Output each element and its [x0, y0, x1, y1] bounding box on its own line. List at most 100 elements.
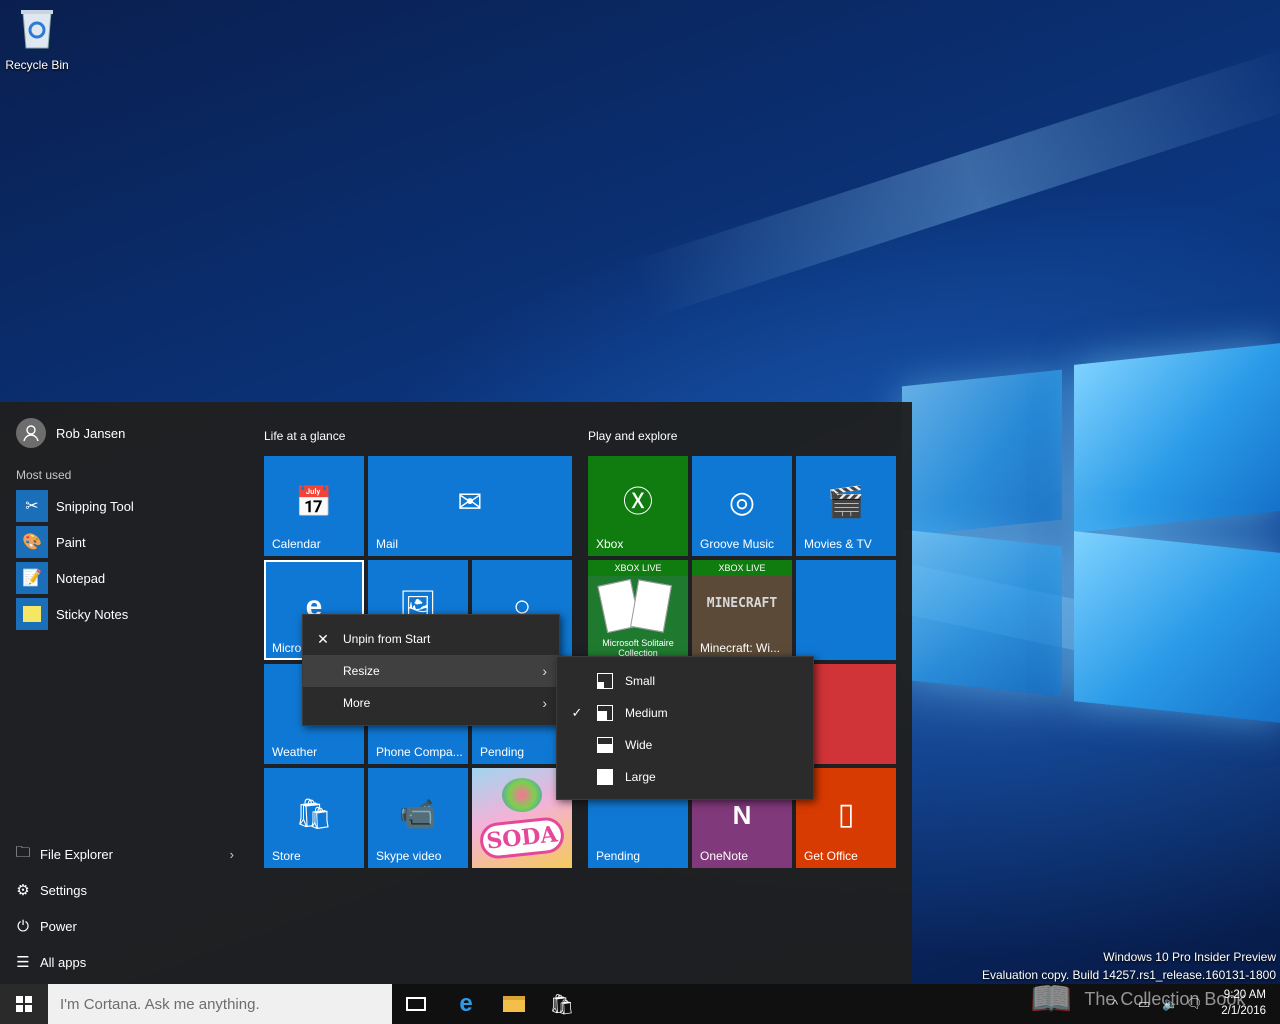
bottom-item-label: Power: [40, 918, 77, 934]
most-used-label: Snipping Tool: [56, 498, 134, 514]
notepad-icon: 📝: [16, 562, 48, 594]
start-button[interactable]: [0, 984, 48, 1024]
menu-item-label: Wide: [625, 738, 653, 752]
book-icon: 📖: [1030, 980, 1073, 1018]
tile-label: Weather: [272, 745, 318, 759]
tile-label: Xbox: [596, 537, 624, 551]
folder-icon: 🗀: [15, 843, 31, 861]
file-explorer-taskbar-button[interactable]: [490, 984, 538, 1024]
most-used-label: Notepad: [56, 570, 106, 586]
bottom-item-label: All apps: [40, 954, 87, 970]
windows-logo-icon: [16, 996, 32, 1012]
power-icon: ⏻: [17, 917, 29, 935]
xbox-icon: Ⓧ: [623, 486, 653, 519]
tile-calendar[interactable]: 📅 Calendar: [264, 456, 364, 556]
all-apps-button[interactable]: ☰ All apps: [14, 948, 234, 976]
tile-label: Minecraft: Wi...: [700, 641, 781, 655]
edge-taskbar-button[interactable]: e: [442, 984, 490, 1024]
size-large-icon: [597, 769, 613, 785]
tile-movies-tv[interactable]: 🎬 Movies & TV: [796, 456, 896, 556]
tile-groove-music[interactable]: ◎ Groove Music: [692, 456, 792, 556]
user-account[interactable]: Rob Jansen: [16, 418, 125, 448]
tile-label: Movies & TV: [804, 537, 872, 551]
menu-item-label: Small: [625, 674, 656, 688]
recycle-bin-icon: [21, 10, 53, 49]
windows-logo-wallpaper: [900, 330, 1280, 890]
cortana-search-box[interactable]: I'm Cortana. Ask me anything.: [48, 984, 392, 1024]
store-bag-icon: 🛍: [294, 798, 334, 831]
sticky-note-icon: [16, 598, 48, 630]
tile-store[interactable]: 🛍 Store: [264, 768, 364, 868]
most-used-item-snipping-tool[interactable]: ✂ Snipping Tool: [16, 490, 134, 522]
solitaire-label: Microsoft Solitaire Collection: [602, 638, 674, 658]
tile-label: Skype video: [376, 849, 442, 863]
bottom-item-label: File Explorer: [40, 846, 113, 862]
most-used-item-notepad[interactable]: 📝 Notepad: [16, 562, 105, 594]
resize-medium-item[interactable]: ✓ Medium: [557, 697, 813, 729]
gear-icon: ⚙: [16, 882, 30, 899]
playing-card-icon: [630, 579, 672, 633]
file-explorer-button[interactable]: 🗀 File Explorer ›: [14, 840, 234, 868]
palette-icon: 🎨: [16, 526, 48, 558]
store-bag-icon: 🛍: [549, 993, 575, 1016]
tile-context-menu: ✕ Unpin from Start Resize › More ›: [302, 614, 560, 726]
chevron-right-icon: ›: [542, 663, 547, 679]
tile-xbox[interactable]: Ⓧ Xbox: [588, 456, 688, 556]
tile-label: OneNote: [700, 849, 749, 863]
build-watermark-line1: Windows 10 Pro Insider Preview: [1103, 950, 1276, 964]
tile-live-folder[interactable]: [796, 560, 896, 660]
tile-label: Get Office: [804, 849, 858, 863]
folder-icon: [503, 996, 525, 1012]
menu-item-label: Resize: [343, 664, 380, 678]
resize-wide-item[interactable]: Wide: [557, 729, 813, 761]
most-used-item-sticky-notes[interactable]: Sticky Notes: [16, 598, 128, 630]
store-taskbar-button[interactable]: 🛍: [538, 984, 586, 1024]
recycle-bin[interactable]: Recycle Bin: [4, 6, 70, 72]
task-view-icon: [406, 997, 426, 1011]
tile-label: Calendar: [272, 537, 321, 551]
tile-label: Pending: [480, 745, 525, 759]
settings-button[interactable]: ⚙ Settings: [14, 876, 234, 904]
music-disc-icon: ◎: [728, 486, 756, 519]
tile-mail[interactable]: ✉ Mail: [368, 456, 572, 556]
tile-solitaire[interactable]: XBOX LIVE Microsoft Solitaire Collection: [588, 560, 688, 660]
tile-label: Groove Music: [700, 537, 775, 551]
checkmark-icon: ✓: [571, 705, 583, 720]
tile-label: Micro: [272, 641, 302, 655]
edge-icon: e: [459, 990, 473, 1017]
group-title-play-and-explore[interactable]: Play and explore: [588, 429, 677, 443]
most-used-label: Sticky Notes: [56, 606, 129, 622]
menu-item-label: Unpin from Start: [343, 632, 431, 646]
most-used-item-paint[interactable]: 🎨 Paint: [16, 526, 86, 558]
tile-label: Phone Compa...: [376, 745, 463, 759]
group-title-life-at-a-glance[interactable]: Life at a glance: [264, 429, 345, 443]
list-icon: ☰: [16, 954, 30, 971]
chevron-right-icon: ›: [542, 695, 547, 711]
task-view-button[interactable]: [392, 984, 440, 1024]
xbox-live-badge: XBOX LIVE: [692, 560, 792, 576]
video-camera-icon: 📹: [399, 798, 437, 831]
tile-minecraft[interactable]: XBOX LIVE MINECRAFT Minecraft: Wi...: [692, 560, 792, 660]
resize-large-item[interactable]: Large: [557, 761, 813, 793]
tile-label: Store: [272, 849, 301, 863]
menu-item-label: Large: [625, 770, 656, 784]
tile-label: Mail: [376, 537, 399, 551]
resize-item[interactable]: Resize ›: [303, 655, 559, 687]
tile-skype-video[interactable]: 📹 Skype video: [368, 768, 468, 868]
minecraft-logo: MINECRAFT: [706, 596, 778, 611]
size-wide-icon: [597, 737, 613, 753]
menu-item-label: Medium: [625, 706, 668, 720]
size-small-icon: [597, 673, 613, 689]
menu-item-label: More: [343, 696, 371, 710]
office-icon: ▯: [837, 798, 855, 831]
calendar-icon: 📅: [295, 486, 333, 519]
xbox-live-badge: XBOX LIVE: [588, 560, 688, 576]
unpin-from-start-item[interactable]: ✕ Unpin from Start: [303, 623, 559, 655]
more-item[interactable]: More ›: [303, 687, 559, 719]
power-button[interactable]: ⏻ Power: [14, 912, 234, 940]
envelope-icon: ✉: [457, 486, 483, 519]
resize-small-item[interactable]: Small: [557, 665, 813, 697]
candy-icon: [502, 778, 542, 812]
collection-book-watermark: 📖 The Collection Book: [1030, 975, 1280, 1023]
user-name: Rob Jansen: [56, 425, 126, 441]
